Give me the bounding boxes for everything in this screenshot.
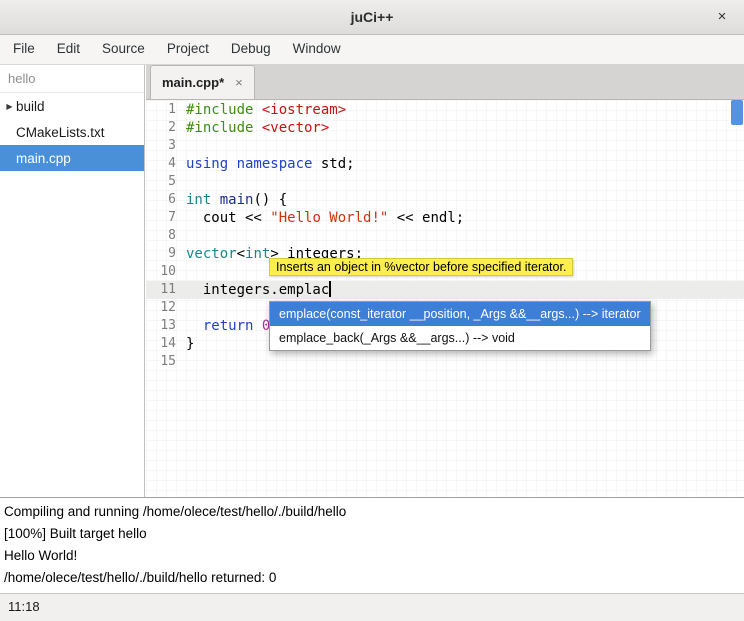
line-number: 2 xyxy=(146,119,176,137)
code-line-8[interactable]: 8 xyxy=(146,227,744,245)
line-number: 1 xyxy=(146,101,176,119)
line-number: 3 xyxy=(146,137,176,155)
line-number: 14 xyxy=(146,335,176,353)
tab-bar: main.cpp* × xyxy=(146,65,744,100)
code-line-15[interactable]: 15 xyxy=(146,353,744,371)
tree-item-main-cpp[interactable]: main.cpp xyxy=(0,145,144,171)
main-area: hello ▶build CMakeLists.txt main.cpp main.… xyxy=(0,65,744,497)
code-line-11[interactable]: 11 integers.emplac xyxy=(146,281,744,299)
scrollbar-thumb[interactable] xyxy=(731,100,743,125)
title-bar: juCi++ × xyxy=(0,0,744,35)
expander-icon[interactable]: ▶ xyxy=(0,102,16,111)
app-window: juCi++ × FileEditSourceProjectDebugWindo… xyxy=(0,0,744,621)
line-number: 10 xyxy=(146,263,176,281)
line-number: 15 xyxy=(146,353,176,371)
doc-tooltip: Inserts an object in %vector before spec… xyxy=(269,258,573,276)
menu-item-source[interactable]: Source xyxy=(91,35,156,64)
line-number: 11 xyxy=(146,281,176,299)
line-number: 8 xyxy=(146,227,176,245)
line-number: 12 xyxy=(146,299,176,317)
code-text: } xyxy=(186,335,194,353)
code-text: #include <vector> xyxy=(186,119,329,137)
code-line-2[interactable]: 2 #include <vector> xyxy=(146,119,744,137)
tree-item-label: CMakeLists.txt xyxy=(16,125,105,140)
code-line-7[interactable]: 7 cout << "Hello World!" << endl; xyxy=(146,209,744,227)
output-panel[interactable]: Compiling and running /home/olece/test/h… xyxy=(0,497,744,593)
code-editor[interactable]: 1 #include <iostream> 2 #include <vector> 34… xyxy=(146,100,744,497)
line-number: 5 xyxy=(146,173,176,191)
tree-item-label: build xyxy=(16,99,45,114)
editor-column: main.cpp* × 1 #include <iostream> 2 #includ… xyxy=(146,65,744,497)
line-number: 13 xyxy=(146,317,176,335)
line-number: 9 xyxy=(146,245,176,263)
code-text: #include <iostream> xyxy=(186,101,346,119)
tree-item-build[interactable]: ▶build xyxy=(0,93,144,119)
editor-scrollbar[interactable] xyxy=(730,100,744,497)
cursor-position: 11:18 xyxy=(8,599,40,614)
code-text: int main() { xyxy=(186,191,287,209)
menu-item-file[interactable]: File xyxy=(2,35,46,64)
close-window-button[interactable]: × xyxy=(712,7,732,27)
line-number: 7 xyxy=(146,209,176,227)
menu-item-window[interactable]: Window xyxy=(282,35,352,64)
completion-item-1[interactable]: emplace_back(_Args &&__args...) --> void xyxy=(270,326,650,350)
window-title: juCi++ xyxy=(0,0,744,34)
line-number: 4 xyxy=(146,155,176,173)
tab-label: main.cpp* xyxy=(162,75,224,90)
project-directory-label: hello xyxy=(0,65,144,93)
status-bar: 11:18 xyxy=(0,593,744,621)
tree-item-label: main.cpp xyxy=(16,151,71,166)
text-cursor xyxy=(329,281,331,297)
code-line-6[interactable]: 6 int main() { xyxy=(146,191,744,209)
file-browser-sidebar: hello ▶build CMakeLists.txt main.cpp xyxy=(0,65,145,497)
tree-item-cmakelists-txt[interactable]: CMakeLists.txt xyxy=(0,119,144,145)
output-line: Compiling and running /home/olece/test/h… xyxy=(4,501,740,523)
output-line: /home/olece/test/hello/./build/hello ret… xyxy=(4,567,740,589)
code-line-5[interactable]: 5 xyxy=(146,173,744,191)
code-line-4[interactable]: 4 using namespace std; xyxy=(146,155,744,173)
line-number: 6 xyxy=(146,191,176,209)
file-tree: ▶build CMakeLists.txt main.cpp xyxy=(0,93,144,171)
menu-item-edit[interactable]: Edit xyxy=(46,35,91,64)
output-line: [100%] Built target hello xyxy=(4,523,740,545)
menu-item-project[interactable]: Project xyxy=(156,35,220,64)
menu-bar: FileEditSourceProjectDebugWindow xyxy=(0,35,744,65)
code-text: cout << "Hello World!" << endl; xyxy=(186,209,464,227)
tab-close-icon[interactable]: × xyxy=(235,75,243,90)
code-text: return 0; xyxy=(186,317,279,335)
output-line: Hello World! xyxy=(4,545,740,567)
tab-main-cpp[interactable]: main.cpp* × xyxy=(150,65,255,99)
code-text: integers.emplac xyxy=(186,281,331,299)
completion-popup: emplace(const_iterator __position, _Args… xyxy=(269,301,651,351)
menu-item-debug[interactable]: Debug xyxy=(220,35,282,64)
completion-item-0[interactable]: emplace(const_iterator __position, _Args… xyxy=(270,302,650,326)
code-text: using namespace std; xyxy=(186,155,355,173)
code-line-1[interactable]: 1 #include <iostream> xyxy=(146,101,744,119)
code-line-3[interactable]: 3 xyxy=(146,137,744,155)
